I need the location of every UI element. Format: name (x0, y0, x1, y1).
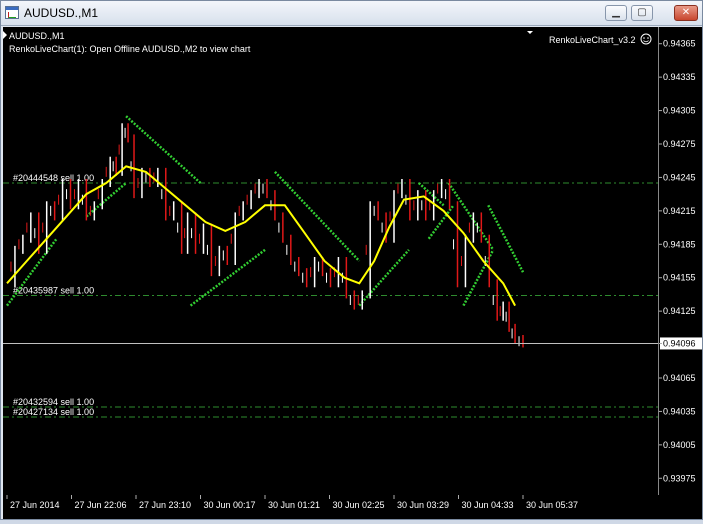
window-title: AUDUSD.,M1 (24, 6, 99, 20)
renko-band-segment (85, 182, 127, 218)
price-tick-label: 0.93975 (663, 473, 696, 483)
time-tick-label: 30 Jun 05:37 (526, 500, 578, 510)
renko-band-segment (487, 204, 525, 273)
indicator-dropdown-icon[interactable] (527, 31, 533, 34)
time-axis-scale: 27 Jun 2014 27 Jun 22:06 27 Jun 23:10 30 Ju… (6, 495, 578, 510)
price-tick-label: 0.94185 (663, 239, 696, 249)
chart-symbol-label: AUDUSD.,M1 (9, 31, 65, 41)
chart-menu-arrow-icon (3, 31, 7, 39)
price-axis[interactable]: 0.94365 0.94335 0.94305 0.94275 0.94245 0.942… (658, 27, 702, 495)
price-chart[interactable]: #20444548 sell 1.00 #20435987 sell 1.00 #2… (3, 27, 658, 495)
title-bar[interactable]: AUDUSD.,M1 ▁ ▢ ✕ (1, 1, 702, 26)
price-tick-label: 0.94245 (663, 172, 696, 182)
order-label: #20427134 sell 1.00 (13, 407, 94, 417)
time-tick-label: 27 Jun 2014 (10, 500, 60, 510)
time-tick-label: 30 Jun 01:21 (268, 500, 320, 510)
order-label: #20432594 sell 1.00 (13, 397, 94, 407)
terminal-window: AUDUSD.,M1 ▁ ▢ ✕ #20444548 sell 1.00 #204… (0, 0, 703, 520)
price-tick-label: 0.94005 (663, 440, 696, 450)
price-tick-label: 0.94125 (663, 306, 696, 316)
time-tick-label: 27 Jun 23:10 (139, 500, 191, 510)
minimize-button[interactable]: ▁ (605, 5, 627, 21)
price-tick-label: 0.94335 (663, 72, 696, 82)
smiley-icon[interactable] (640, 33, 652, 45)
maximize-button[interactable]: ▢ (631, 5, 653, 21)
time-tick-label: 30 Jun 03:29 (397, 500, 449, 510)
price-tick-label: 0.94305 (663, 106, 696, 116)
time-axis[interactable]: 27 Jun 2014 27 Jun 22:06 27 Jun 23:10 30 Ju… (3, 495, 702, 519)
renko-band-segment (274, 170, 361, 262)
time-tick-label: 27 Jun 22:06 (75, 500, 127, 510)
time-tick-label: 30 Jun 00:17 (204, 500, 256, 510)
renko-band-segment (447, 182, 495, 251)
order-label: #20435987 sell 1.00 (13, 286, 94, 296)
price-tick-label: 0.94035 (663, 406, 696, 416)
time-tick-label: 30 Jun 02:25 (333, 500, 385, 510)
price-tick-label: 0.94215 (663, 206, 696, 216)
close-button[interactable]: ✕ (674, 5, 698, 21)
chart-window-icon (5, 6, 19, 19)
smiley-eye-icon (647, 37, 649, 39)
renko-band-segment (125, 115, 202, 184)
price-tick-label: 0.94155 (663, 273, 696, 283)
smiley-eye-icon (643, 37, 645, 39)
price-tick-label: 0.94065 (663, 373, 696, 383)
renko-band-segment (358, 249, 410, 307)
chart-area[interactable]: #20444548 sell 1.00 #20435987 sell 1.00 #2… (3, 27, 658, 495)
price-axis-scale: 0.94365 0.94335 0.94305 0.94275 0.94245 0.942… (659, 39, 702, 483)
price-tick-label: 0.94365 (663, 39, 696, 49)
price-tick-label: 0.94096 (663, 338, 696, 348)
info-text: RenkoLiveChart(1): Open Offline AUDUSD.,… (9, 44, 251, 54)
order-label: #20444548 sell 1.00 (13, 173, 94, 183)
time-tick-label: 30 Jun 04:33 (462, 500, 514, 510)
price-tick-label: 0.94275 (663, 139, 696, 149)
indicator-label: RenkoLiveChart_v3.2 (549, 35, 636, 45)
smiley-mouth-icon (643, 40, 649, 43)
